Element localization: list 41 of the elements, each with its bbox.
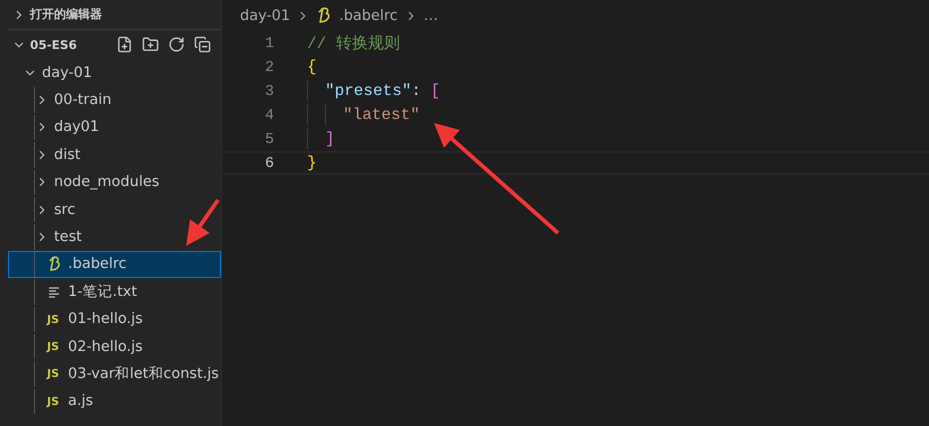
line-number: 3 [264,82,274,100]
js-file-icon: JS [47,340,63,354]
babel-icon [47,256,63,272]
line-number: 4 [264,106,274,124]
folder-header[interactable]: 05-ES6 [0,30,221,59]
code-text: "presets": [ [325,82,440,100]
js-file-icon: JS [47,312,63,326]
folder-item[interactable]: dist [8,141,221,169]
file-item[interactable]: .babelrc [8,250,221,278]
file-item[interactable]: JS 02-hello.js [8,332,221,360]
line-number: 1 [264,34,274,52]
text-file-icon [47,284,61,299]
line-number: 2 [264,58,274,76]
code-text: } [307,154,317,172]
breadcrumb-item[interactable]: .babelrc [339,8,398,24]
folder-item[interactable]: day-01 [8,59,221,86]
file-item[interactable]: 1-笔记.txt [8,278,221,306]
file-item[interactable]: JS a.js [8,388,221,416]
line-number: 5 [264,130,274,148]
file-item[interactable]: JS 01-hello.js [8,306,221,333]
line-number: 6 [264,154,274,172]
code-text: // 转换规则 [307,34,400,54]
file-item[interactable]: JS 03-var和let和const.js [8,360,221,388]
refresh-icon[interactable] [168,36,185,53]
code-text: { [307,58,317,76]
collapse-icon[interactable] [194,36,211,53]
js-file-icon: JS [47,394,63,408]
folder-item[interactable]: src [8,196,221,224]
new-file-icon[interactable] [116,36,133,53]
folder-item[interactable]: day01 [8,114,221,142]
code-text: ] [325,130,335,148]
breadcrumb-item[interactable]: … [424,8,438,24]
annotation-arrow [186,198,220,246]
folder-item[interactable]: node_modules [8,168,221,196]
breadcrumb-item[interactable]: day-01 [240,8,290,24]
folder-item[interactable]: test [8,223,221,251]
js-file-icon: JS [47,367,63,380]
code-text: "latest" [343,106,420,124]
new-folder-icon[interactable] [142,36,159,53]
open-editors-header[interactable]: 打开的编辑器 [0,0,221,29]
folder-item[interactable]: 00-train [8,86,221,114]
